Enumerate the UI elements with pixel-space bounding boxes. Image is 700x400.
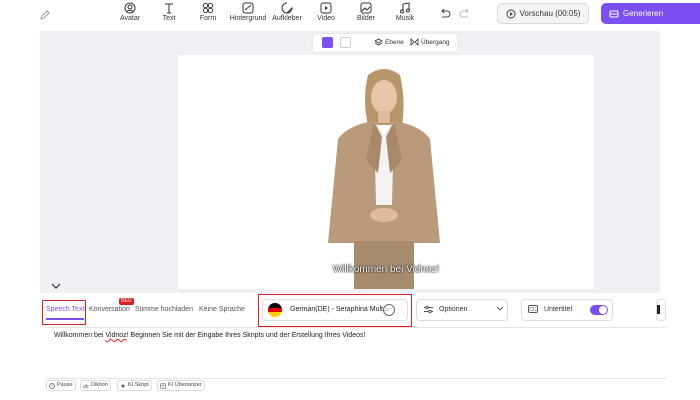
toolbar-form[interactable]: Form [188,2,228,23]
video-stage[interactable] [178,55,594,289]
chevron-down-icon [496,306,504,311]
toolbar-avatar-label: Avatar [119,15,141,22]
generate-label: Generieren [623,9,664,18]
extra-control-icon [657,305,660,314]
pause-chip[interactable]: Pause [46,380,76,391]
options-label: Optionen [439,306,468,313]
undo-icon[interactable] [438,7,452,21]
toolbar-images-label: Bilder [357,15,375,22]
layer-button[interactable]: Ebene [374,38,404,46]
color-swatch-white[interactable] [340,37,351,48]
svg-text:ab: ab [83,384,89,389]
pause-chip-label: Pause [57,382,73,388]
sticker-icon [281,2,293,14]
ai-translator-chip-label: KI Übersetzer [168,382,202,388]
ai-script-chip[interactable]: KI Skript [117,380,152,391]
shapes-icon [202,2,214,14]
images-icon [360,2,372,14]
new-badge: NEU [119,298,134,305]
tab-conversation[interactable]: Konversation [89,306,130,313]
transition-button[interactable]: Übergang [410,38,450,46]
generate-button[interactable]: Generieren [601,3,700,24]
germany-flag-icon [268,303,282,317]
toolbar-text[interactable]: Text [149,2,189,23]
toolbar-video[interactable]: Video [306,2,346,23]
avatar-icon [124,2,136,14]
color-swatch-purple[interactable] [322,37,333,48]
transition-icon [410,38,419,46]
text-icon [165,3,173,14]
transition-label: Übergang [421,38,450,46]
script-text[interactable]: Willkommen bei Vidnoz! Beginnen Sie mit … [54,332,365,339]
redo-icon[interactable] [458,7,472,21]
diction-chip[interactable]: ab Diktion [80,380,111,391]
music-icon [400,2,410,14]
toolbar-video-label: Video [317,15,335,22]
edit-pen-icon[interactable] [39,9,51,21]
toolbar-sticker[interactable]: Aufkleber [267,2,307,23]
toolbar-music[interactable]: Musik [385,2,425,23]
tab-upload-voice[interactable]: Stimme hochladen [135,306,193,313]
ai-script-icon [120,383,126,388]
toggle-knob [599,306,607,314]
video-subtitle: Willkommen bei Vidnoz! [332,264,440,275]
toolbar-background[interactable]: Hintergrund [228,2,268,23]
play-circle-icon [506,9,516,18]
layer-label: Ebene [385,38,404,46]
diction-icon: ab [83,384,89,389]
toolbar-images[interactable]: Bilder [346,2,386,23]
script-text-brand: Vidnoz [105,332,127,339]
background-icon [242,2,254,14]
top-toolbar: Avatar Text Form Hintergrund Aufkleber V… [0,0,700,31]
sliders-icon [424,305,433,314]
ai-script-chip-label: KI Skript [128,382,149,388]
generate-icon [609,10,619,17]
toolbar-text-label: Text [162,15,176,22]
toolbar-avatar[interactable]: Avatar [110,2,150,23]
tab-speech-text-label: Speech Text [46,306,85,313]
preview-button[interactable]: Vorschau (00:05) [497,3,589,24]
tab-no-speech[interactable]: Keine Sprache [199,306,245,313]
active-tab-indicator [46,318,84,320]
avatar-figure [328,69,440,289]
script-text-start: Willkommen bei [54,332,106,339]
closed-caption-icon: CC [528,305,538,313]
translate-icon [160,382,166,389]
more-icon[interactable]: ··· [383,304,395,316]
voice-name: German(DE) - Seraphina Mult... [290,306,389,313]
toolbar-music-label: Musik [395,15,415,22]
layers-icon [374,38,383,46]
subtitle-label: Untertitel [544,306,573,313]
video-icon [320,2,332,14]
diction-chip-label: Diktion [91,382,108,388]
toolbar-background-label: Hintergrund [229,15,267,22]
toolbar-sticker-label: Aufkleber [272,15,302,22]
chevron-down-icon[interactable] [50,282,62,290]
clock-icon [49,382,55,389]
preview-label: Vorschau (00:05) [519,9,581,18]
script-text-end: ! Beginnen Sie mit der Eingabe Ihres Skr… [126,332,366,339]
ai-translator-chip[interactable]: KI Übersetzer [157,380,205,391]
toolbar-form-label: Form [199,15,217,22]
